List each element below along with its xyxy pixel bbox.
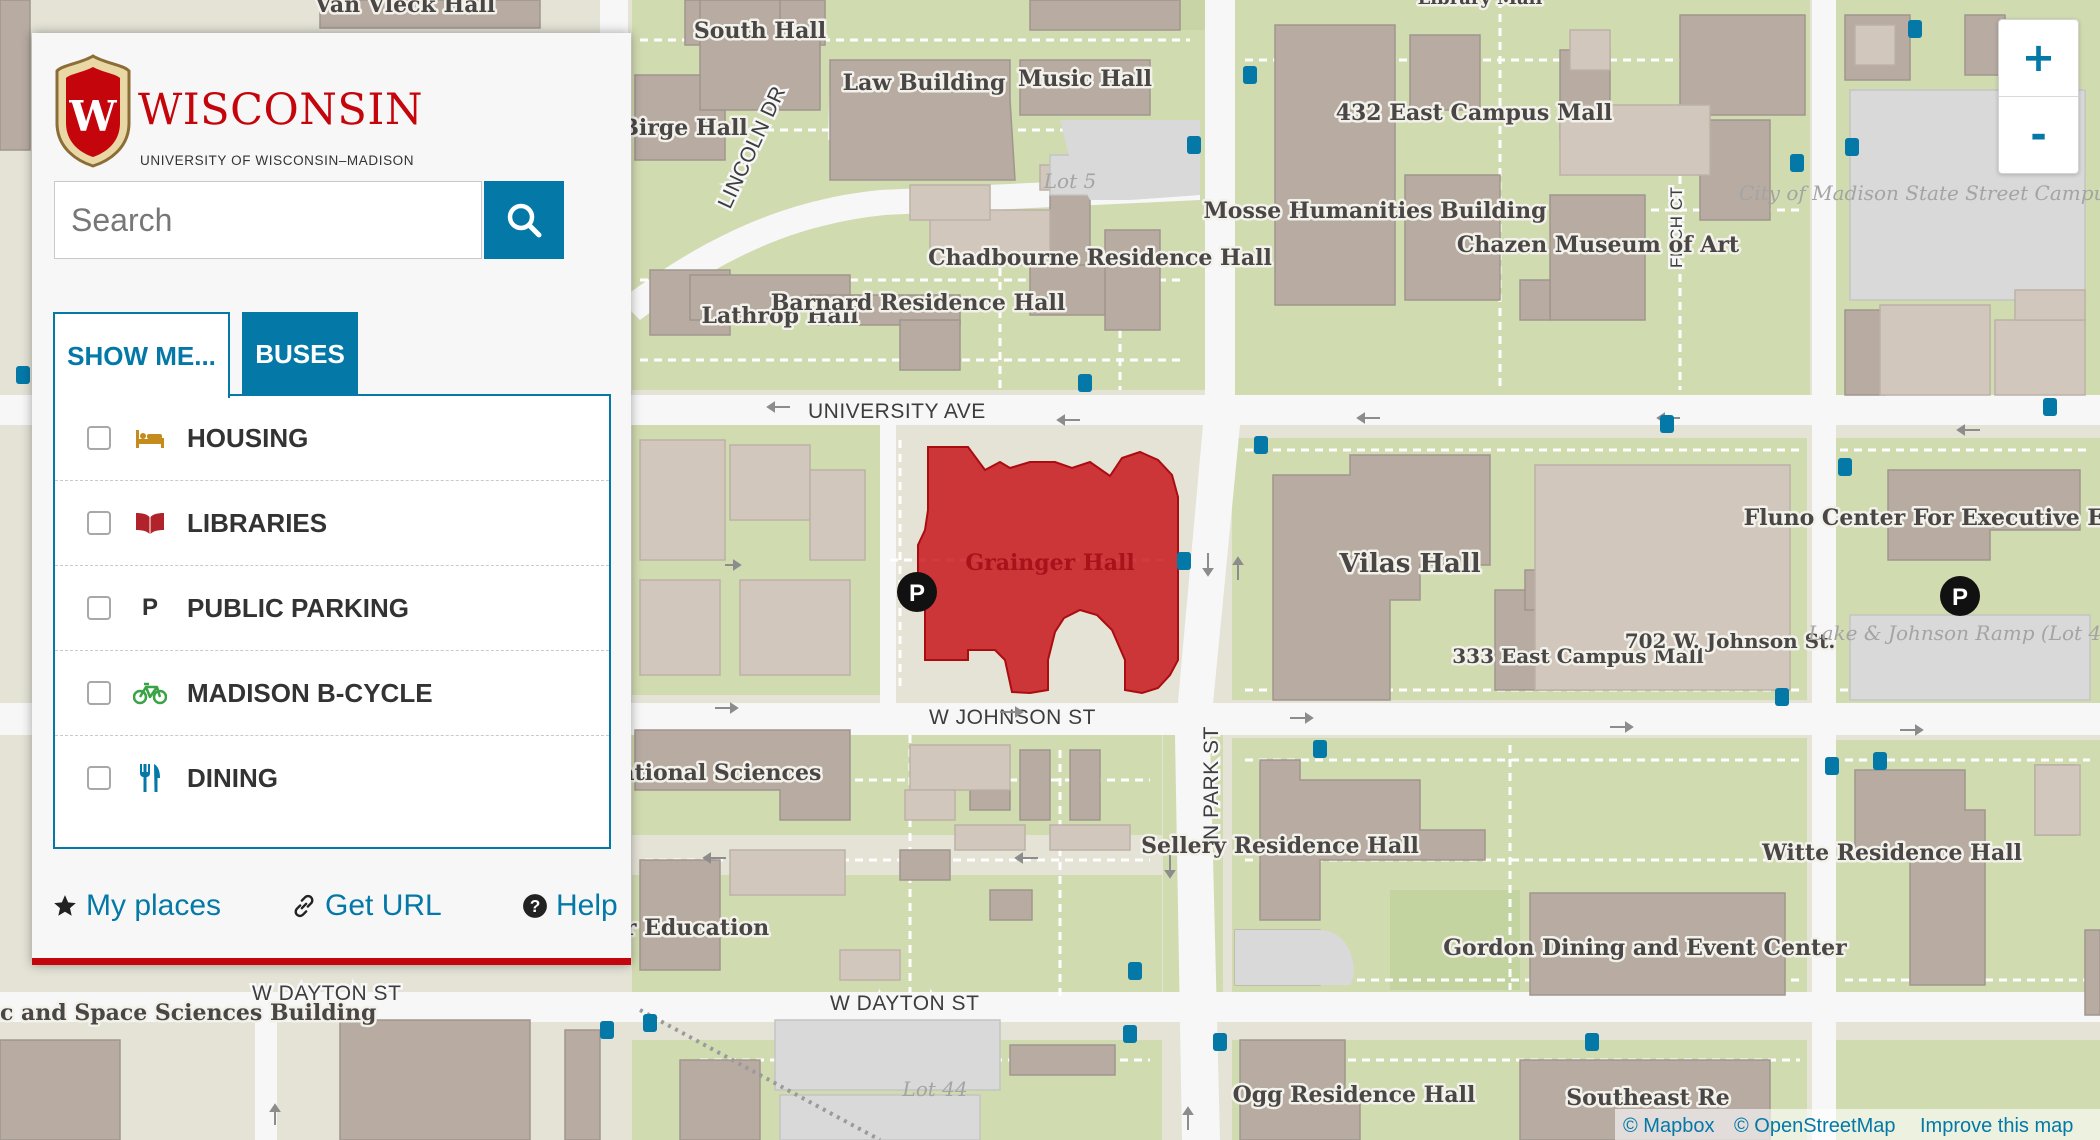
public-parking-checkbox[interactable] [87,596,111,620]
label-lake-johnson-ramp: Lake & Johnson Ramp (Lot 46) [1807,621,2100,645]
street-label-w-johnson-st: W JOHNSON ST [929,706,1096,729]
layer-row-housing[interactable]: HOUSING [55,396,609,481]
get-url-link[interactable]: Get URL [291,889,442,923]
label-mosse-humanities-building: Mosse Humanities Building [1203,198,1546,224]
label-barnard-residence-hall: Barnard Residence Hall [771,290,1066,316]
get-url-label: Get URL [325,889,442,922]
wordmark: WISCONSIN [138,85,423,135]
parking-icon: P [141,594,158,621]
layer-row-public-parking[interactable]: P PUBLIC PARKING [55,566,609,651]
parking-marker[interactable]: P [897,572,937,612]
label-sellery-residence-hall: Sellery Residence Hall [1141,833,1419,859]
book-icon [133,510,167,536]
libraries-checkbox[interactable] [87,511,111,535]
dining-checkbox[interactable] [87,766,111,790]
label-witte-residence-hall: Witte Residence Hall [1761,840,2022,866]
layer-row-madison-b-cycle[interactable]: MADISON B-CYCLE [55,651,609,736]
label-music-hall: Music Hall [1018,66,1152,92]
help-label: Help [556,889,618,922]
label-fluno-center: Fluno Center For Executive Education [1744,505,2100,531]
fork-knife-icon [133,762,167,794]
label-van-vleck-hall: Van Vleck Hall [314,0,495,18]
b-cycle-label: MADISON B-CYCLE [187,677,433,708]
label-atmospheric-oceanic: Atmospheric, Oceanic and Space Sciences … [0,1000,376,1026]
help-icon: ? [523,894,547,918]
label-law-building: Law Building [843,70,1006,96]
street-label-university-ave: UNIVERSITY AVE [808,400,986,423]
zoom-in-button[interactable]: + [1999,20,2078,96]
b-cycle-checkbox[interactable] [87,681,111,705]
tab-buses[interactable]: BUSES [242,312,358,396]
bicycle-icon [133,681,167,705]
label-ogg-residence-hall: Ogg Residence Hall [1233,1082,1476,1108]
star-icon [54,895,76,916]
public-parking-label: PUBLIC PARKING [187,592,409,623]
housing-checkbox[interactable] [87,426,111,450]
label-chadbourne-residence-hall: Chadbourne Residence Hall [928,245,1272,271]
attribution-mapbox[interactable]: © Mapbox [1623,1115,1714,1137]
attribution-improve[interactable]: Improve this map [1920,1115,2073,1137]
uw-logo[interactable]: W WISCONSIN UNIVERSITY OF WISCONSIN–MADI… [54,53,454,168]
label-gordon-dining: Gordon Dining and Event Center [1443,935,1847,961]
zoom-out-button[interactable]: - [1999,96,2078,173]
label-lot-5: Lot 5 [1043,169,1096,193]
parking-area [1235,930,1354,985]
tab-show-me[interactable]: SHOW ME... [53,312,230,398]
search-input[interactable] [54,181,482,259]
label-vilas-hall: Vilas Hall [1338,549,1480,579]
street-label-n-park-st: N PARK ST [1200,726,1223,840]
search-icon [507,203,542,238]
side-panel: W WISCONSIN UNIVERSITY OF WISCONSIN–MADI… [32,33,631,965]
libraries-label: LIBRARIES [187,507,328,538]
svg-text:P: P [1952,584,1968,611]
label-grainger-hall: Grainger Hall [965,550,1134,576]
label-state-street-garage: City of Madison State Street Campus Gara… [1739,181,2100,205]
label-birge-hall: Birge Hall [620,115,747,141]
my-places-label: My places [86,889,222,922]
attribution-osm[interactable]: © OpenStreetMap [1734,1115,1895,1137]
label-chazen-museum: Chazen Museum of Art [1457,232,1740,258]
dining-label: DINING [187,762,278,793]
search-button[interactable] [484,181,564,259]
my-places-link[interactable]: My places [52,889,221,923]
label-south-hall: South Hall [694,18,826,44]
label-library-mall: Library Mall [1418,0,1543,9]
bed-icon [133,426,167,450]
housing-label: HOUSING [187,422,309,453]
svg-text:W: W [68,92,117,141]
link-icon [294,894,314,918]
layer-list: HOUSING LIBRARIES P PUBLIC PARKING MADIS… [53,394,611,849]
svg-text:P: P [909,580,925,607]
label-432-east-campus-mall: 432 East Campus Mall [1336,100,1613,126]
label-702-w-johnson: 702 W. Johnson St. [1625,629,1836,653]
street-label-w-dayton-st: W DAYTON ST [830,992,979,1015]
help-link[interactable]: ? Help [522,889,618,923]
layer-row-libraries[interactable]: LIBRARIES [55,481,609,566]
label-southeast-res: Southeast Re [1566,1085,1729,1111]
label-lot-44: Lot 44 [901,1077,967,1101]
zoom-control: + - [1998,19,2079,174]
uw-crest-icon: W [55,54,131,168]
layer-row-dining[interactable]: DINING [55,736,609,820]
parking-marker[interactable]: P [1940,576,1980,616]
wordmark-subtitle: UNIVERSITY OF WISCONSIN–MADISON [140,153,415,168]
label-er-education: er Education [611,915,769,941]
svg-text:?: ? [530,896,541,916]
